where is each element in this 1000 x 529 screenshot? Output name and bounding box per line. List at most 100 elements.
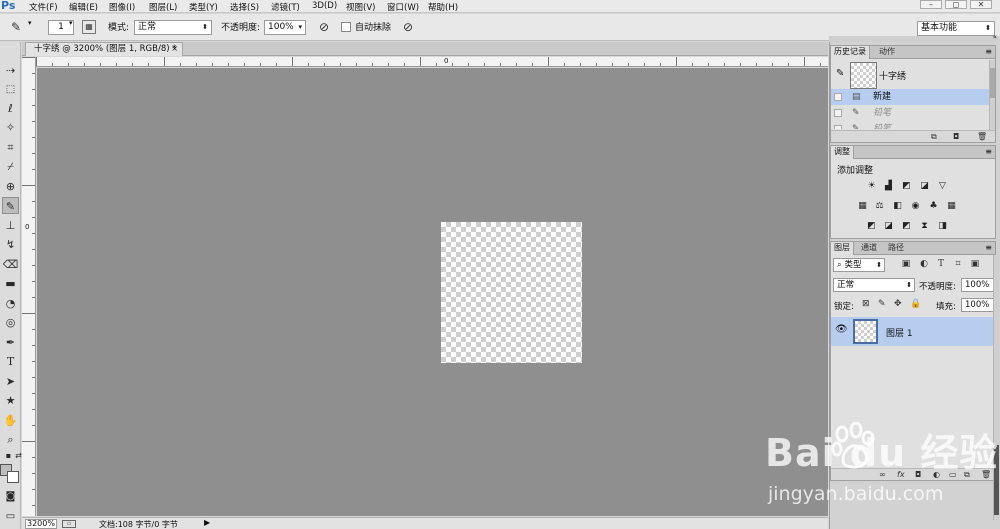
history-state-new[interactable]: ▤ 新建: [831, 89, 995, 105]
quick-mask-icon[interactable]: ◙: [2, 488, 19, 505]
tab-paths[interactable]: 路径: [885, 242, 907, 255]
blend-mode-select[interactable]: 正常 ⬍: [833, 278, 915, 292]
history-state-checkbox[interactable]: [834, 93, 842, 101]
type-tool-icon[interactable]: T: [2, 353, 19, 370]
invert-icon[interactable]: ◩: [866, 221, 877, 231]
hue-saturation-icon[interactable]: ▦: [857, 201, 868, 211]
history-scrollbar[interactable]: [989, 60, 995, 130]
menu-image[interactable]: 图像(I): [109, 1, 135, 13]
color-lookup-icon[interactable]: ▦: [946, 201, 957, 211]
filter-smart-object-icon[interactable]: ▣: [970, 259, 980, 269]
brush-picker-arrow[interactable]: ▾: [69, 19, 73, 27]
background-color-swatch[interactable]: [7, 471, 19, 483]
tab-actions[interactable]: 动作: [876, 46, 898, 59]
filter-type-icon[interactable]: T: [936, 259, 946, 269]
pencil-tool-icon[interactable]: ✎: [2, 197, 19, 214]
crop-tool-icon[interactable]: ⌗: [2, 139, 19, 156]
posterize-icon[interactable]: ◪: [883, 221, 894, 231]
history-scroll-thumb[interactable]: [990, 68, 995, 98]
tab-layers[interactable]: 图层: [831, 242, 854, 255]
filter-shape-icon[interactable]: ⌗: [953, 259, 963, 269]
close-window-button[interactable]: ✕: [970, 0, 992, 9]
lasso-tool-icon[interactable]: ℓ: [2, 100, 19, 117]
menu-edit[interactable]: 编辑(E): [69, 1, 98, 13]
menu-view[interactable]: 视图(V): [346, 1, 375, 13]
pressure-opacity-icon[interactable]: ⊘: [316, 19, 332, 35]
photo-filter-icon[interactable]: ◉: [910, 201, 921, 211]
minimize-button[interactable]: –: [920, 0, 942, 9]
eraser-tool-icon[interactable]: ⌫: [2, 256, 19, 273]
tab-adjustments[interactable]: 调整: [831, 146, 854, 159]
status-menu-arrow[interactable]: ▶: [204, 518, 210, 527]
channel-mixer-icon[interactable]: ♣: [928, 201, 939, 211]
selective-color-icon[interactable]: ⧗: [919, 221, 930, 231]
blur-tool-icon[interactable]: ◔: [2, 295, 19, 312]
menu-help[interactable]: 帮助(H): [428, 1, 458, 13]
hand-tool-icon[interactable]: ✋: [2, 412, 19, 429]
new-snapshot-icon[interactable]: ◘: [953, 131, 959, 142]
shape-tool-icon[interactable]: ★: [2, 392, 19, 409]
lock-image-pixels-icon[interactable]: ✎: [878, 299, 886, 309]
collapse-icon[interactable]: «: [993, 33, 997, 41]
eyedropper-tool-icon[interactable]: ⌿: [2, 158, 19, 175]
brush-panel-toggle-icon[interactable]: ▦: [82, 20, 96, 34]
pen-tool-icon[interactable]: ✒: [2, 334, 19, 351]
menu-3d[interactable]: 3D(D): [312, 1, 337, 11]
history-state-checkbox[interactable]: [834, 109, 842, 117]
mode-select[interactable]: 正常 ⬍: [134, 20, 212, 35]
layers-panel-menu-icon[interactable]: ≡: [985, 242, 992, 254]
canvas-workspace[interactable]: [37, 68, 828, 516]
dodge-tool-icon[interactable]: ◎: [2, 314, 19, 331]
zoom-level-field[interactable]: 3200%: [25, 519, 57, 529]
fill-field[interactable]: 100%: [961, 298, 994, 312]
delete-state-icon[interactable]: 🗑: [977, 131, 987, 142]
magic-wand-tool-icon[interactable]: ✧: [2, 119, 19, 136]
tab-history[interactable]: 历史记录: [831, 46, 870, 59]
transparent-document-canvas[interactable]: [441, 222, 582, 363]
restore-button[interactable]: ◻: [945, 0, 967, 9]
history-state-checkbox[interactable]: [834, 125, 842, 129]
pencil-tool-preset-icon[interactable]: ✎: [8, 19, 24, 35]
vertical-ruler[interactable]: 0: [22, 57, 36, 516]
lock-transparent-pixels-icon[interactable]: ⊠: [862, 299, 870, 309]
layer-opacity-field[interactable]: 100%: [961, 278, 994, 292]
history-brush-tool-icon[interactable]: ↯: [2, 236, 19, 253]
adjustments-panel-menu-icon[interactable]: ≡: [985, 146, 992, 158]
history-brush-source-icon[interactable]: ✎: [836, 68, 844, 79]
filter-pixel-icon[interactable]: ▣: [901, 259, 911, 269]
new-document-from-state-icon[interactable]: ⧉: [931, 131, 937, 142]
pressure-size-icon[interactable]: ⊘: [400, 19, 416, 35]
path-selection-tool-icon[interactable]: ➤: [2, 373, 19, 390]
vibrance-icon[interactable]: ▽: [937, 181, 948, 191]
levels-icon[interactable]: ▟: [883, 181, 894, 191]
menu-file[interactable]: 文件(F): [29, 1, 58, 13]
zoom-tool-icon[interactable]: ⌕: [2, 431, 19, 448]
horizontal-ruler[interactable]: 0: [36, 57, 828, 67]
menu-select[interactable]: 选择(S): [230, 1, 259, 13]
gradient-tool-icon[interactable]: ▬: [2, 275, 19, 292]
screen-mode-icon[interactable]: ▭: [2, 508, 19, 525]
clone-stamp-tool-icon[interactable]: ⊥: [2, 217, 19, 234]
marquee-tool-icon[interactable]: ⬚: [2, 81, 19, 98]
layer-row-layer-1[interactable]: 👁 图层 1: [831, 317, 995, 346]
layer-visibility-eye-icon[interactable]: 👁: [835, 324, 848, 335]
lock-position-icon[interactable]: ✥: [894, 299, 902, 309]
color-balance-icon[interactable]: ⚖: [874, 201, 885, 211]
workspace-select[interactable]: 基本功能 ⬍: [917, 21, 995, 36]
menu-filter[interactable]: 滤镜(T): [271, 1, 300, 13]
move-tool-icon[interactable]: ⇢: [2, 62, 19, 79]
history-snapshot[interactable]: ✎ 十字绣: [833, 61, 993, 90]
lock-all-icon[interactable]: 🔒: [910, 299, 921, 309]
threshold-icon[interactable]: ◩: [901, 221, 912, 231]
preset-dropdown-arrow[interactable]: ▾: [28, 19, 32, 27]
tab-channels[interactable]: 通道: [858, 242, 880, 255]
history-panel-menu-icon[interactable]: ≡: [985, 46, 992, 58]
auto-erase-checkbox[interactable]: [341, 22, 351, 32]
black-white-icon[interactable]: ◧: [892, 201, 903, 211]
opacity-field[interactable]: 100% ▾: [264, 20, 306, 35]
document-profile-icon[interactable]: ▭: [62, 520, 76, 528]
layer-filter-kind-select[interactable]: ⌕ 类型 ⬍: [833, 258, 885, 272]
close-document-icon[interactable]: ×: [171, 43, 178, 55]
document-tab[interactable]: 十字绣 @ 3200% (图层 1, RGB/8) * ×: [25, 42, 183, 56]
menu-window[interactable]: 窗口(W): [387, 1, 419, 13]
